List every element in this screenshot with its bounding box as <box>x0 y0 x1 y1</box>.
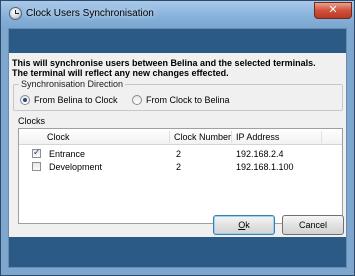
clock-icon <box>9 7 22 20</box>
cell-ip-address: 192.168.2.4 <box>236 149 284 159</box>
close-button[interactable]: ✕ <box>314 2 352 19</box>
radio-belina-to-clock-label[interactable]: From Belina to Clock <box>34 95 118 105</box>
clocks-table[interactable]: Clock Clock Number IP Address Entrance 2… <box>18 128 343 224</box>
radio-belina-to-clock[interactable] <box>20 95 30 105</box>
window-title: Clock Users Synchronisation <box>26 8 154 19</box>
dialog-window: Clock Users Synchronisation ✕ This will … <box>0 0 355 276</box>
column-divider[interactable] <box>321 131 322 143</box>
cell-clock: Development <box>49 162 103 172</box>
row-checkbox[interactable] <box>32 162 41 171</box>
radio-clock-to-belina-label[interactable]: From Clock to Belina <box>146 95 230 105</box>
cell-clock-number: 2 <box>176 162 182 172</box>
clocks-label: Clocks <box>18 116 46 126</box>
cancel-button[interactable]: Cancel <box>282 215 344 235</box>
row-checkbox[interactable] <box>32 147 41 158</box>
ok-label-rest: k <box>245 220 250 230</box>
table-row[interactable]: Development 2 192.168.1.100 <box>19 161 342 173</box>
sync-direction-label: Synchronisation Direction <box>19 79 126 89</box>
header-banner <box>9 29 346 53</box>
close-icon: ✕ <box>328 4 338 16</box>
intro-text: This will synchronise users between Beli… <box>12 58 344 78</box>
sync-direction-group: Synchronisation Direction From Belina to… <box>13 79 343 111</box>
column-header-ip-address[interactable]: IP Address <box>232 129 279 145</box>
cell-clock: Entrance <box>49 149 86 159</box>
title-bar[interactable]: Clock Users Synchronisation ✕ <box>1 1 354 28</box>
intro-line-2: The terminal will reflect any new change… <box>12 68 229 78</box>
radio-clock-to-belina[interactable] <box>132 95 142 105</box>
table-row[interactable]: Entrance 2 192.168.2.4 <box>19 147 342 160</box>
cell-ip-address: 192.168.1.100 <box>236 162 294 172</box>
cell-clock-number: 2 <box>176 149 182 159</box>
ok-button[interactable]: Ok <box>213 215 275 235</box>
intro-line-1: This will synchronise users between Beli… <box>12 58 316 68</box>
footer-banner <box>9 237 346 267</box>
clocks-table-header: Clock Clock Number IP Address <box>19 129 342 145</box>
column-header-clock[interactable]: Clock <box>43 129 70 145</box>
column-header-clock-number[interactable]: Clock Number <box>170 129 231 145</box>
